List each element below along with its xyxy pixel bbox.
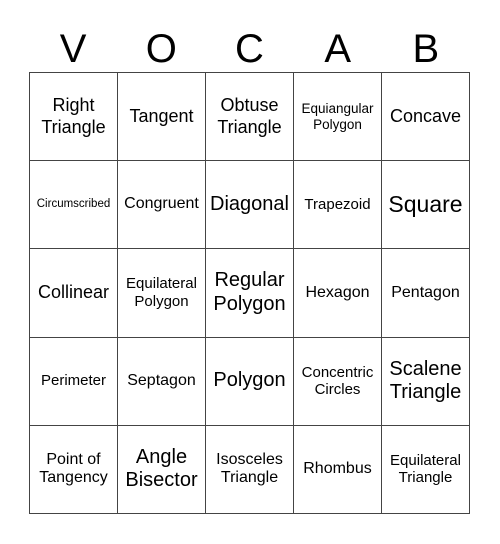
- cell-text: Scalene Triangle: [389, 357, 462, 404]
- bingo-cell-r4c3[interactable]: Polygon: [206, 337, 294, 426]
- cell-text: Diagonal: [210, 192, 289, 215]
- bingo-cell-r3c4[interactable]: Hexagon: [294, 249, 382, 338]
- cell-text: Angle Bisector: [125, 445, 198, 492]
- cell-text: Equiangular Polygon: [301, 100, 374, 132]
- bingo-cell-r5c4[interactable]: Rhombus: [294, 425, 382, 514]
- bingo-cell-r3c2[interactable]: Equilateral Polygon: [118, 249, 206, 338]
- cell-text: Perimeter: [40, 372, 107, 390]
- bingo-header: V O C A B: [29, 26, 470, 72]
- bingo-cell-r5c3[interactable]: Isosceles Triangle: [206, 425, 294, 514]
- bingo-cell-r1c5[interactable]: Concave: [382, 73, 470, 162]
- bingo-cell-r2c4[interactable]: Trapezoid: [294, 161, 382, 250]
- bingo-cell-r2c2[interactable]: Congruent: [118, 161, 206, 250]
- bingo-cell-r5c1[interactable]: Point of Tangency: [30, 425, 118, 514]
- cell-text: Point of Tangency: [39, 450, 108, 487]
- bingo-cell-r4c4[interactable]: Concentric Circles: [294, 337, 382, 426]
- cell-text: Congruent: [124, 195, 199, 213]
- bingo-cell-r3c1[interactable]: Collinear: [30, 249, 118, 338]
- bingo-cell-r4c5[interactable]: Scalene Triangle: [382, 337, 470, 426]
- cell-text: Polygon: [213, 369, 286, 392]
- cell-text: Isosceles Triangle: [216, 450, 283, 487]
- cell-text: Collinear: [37, 282, 110, 303]
- bingo-grid: Right Triangle Tangent Obtuse Triangle E…: [29, 72, 470, 514]
- cell-text: Obtuse Triangle: [217, 95, 282, 137]
- bingo-cell-r2c3[interactable]: Diagonal: [206, 161, 294, 250]
- bingo-cell-r2c5[interactable]: Square: [382, 161, 470, 250]
- bingo-cell-r3c5[interactable]: Pentagon: [382, 249, 470, 338]
- bingo-cell-r5c5[interactable]: Equilateral Triangle: [382, 425, 470, 514]
- bingo-cell-r4c2[interactable]: Septagon: [118, 337, 206, 426]
- bingo-cell-r1c2[interactable]: Tangent: [118, 73, 206, 162]
- header-letter-o: O: [145, 27, 177, 71]
- cell-text: Hexagon: [305, 283, 370, 301]
- cell-text: Trapezoid: [304, 195, 371, 213]
- cell-text: Equilateral Triangle: [390, 451, 461, 487]
- bingo-cell-r3c3[interactable]: Regular Polygon: [206, 249, 294, 338]
- cell-text: Rhombus: [303, 459, 372, 477]
- cell-text: Circumscribed: [36, 198, 111, 210]
- cell-text: Tangent: [129, 105, 194, 126]
- header-letter-v: V: [59, 27, 87, 71]
- bingo-cell-r1c1[interactable]: Right Triangle: [30, 73, 118, 162]
- cell-text: Square: [388, 191, 463, 218]
- cell-text: Right Triangle: [41, 95, 106, 137]
- bingo-cell-r5c2[interactable]: Angle Bisector: [118, 425, 206, 514]
- header-letter-a: A: [324, 27, 351, 71]
- header-letter-b: B: [412, 27, 440, 71]
- header-letter-c: C: [235, 27, 264, 71]
- cell-text: Concave: [389, 105, 462, 126]
- cell-text: Septagon: [127, 371, 196, 389]
- cell-text: Equilateral Polygon: [126, 275, 197, 310]
- cell-text: Pentagon: [391, 283, 460, 301]
- cell-text: Concentric Circles: [301, 363, 374, 399]
- bingo-cell-r1c4[interactable]: Equiangular Polygon: [294, 73, 382, 162]
- bingo-cell-r1c3[interactable]: Obtuse Triangle: [206, 73, 294, 162]
- bingo-cell-r4c1[interactable]: Perimeter: [30, 337, 118, 426]
- cell-text: Regular Polygon: [213, 269, 286, 315]
- bingo-cell-r2c1[interactable]: Circumscribed: [30, 161, 118, 250]
